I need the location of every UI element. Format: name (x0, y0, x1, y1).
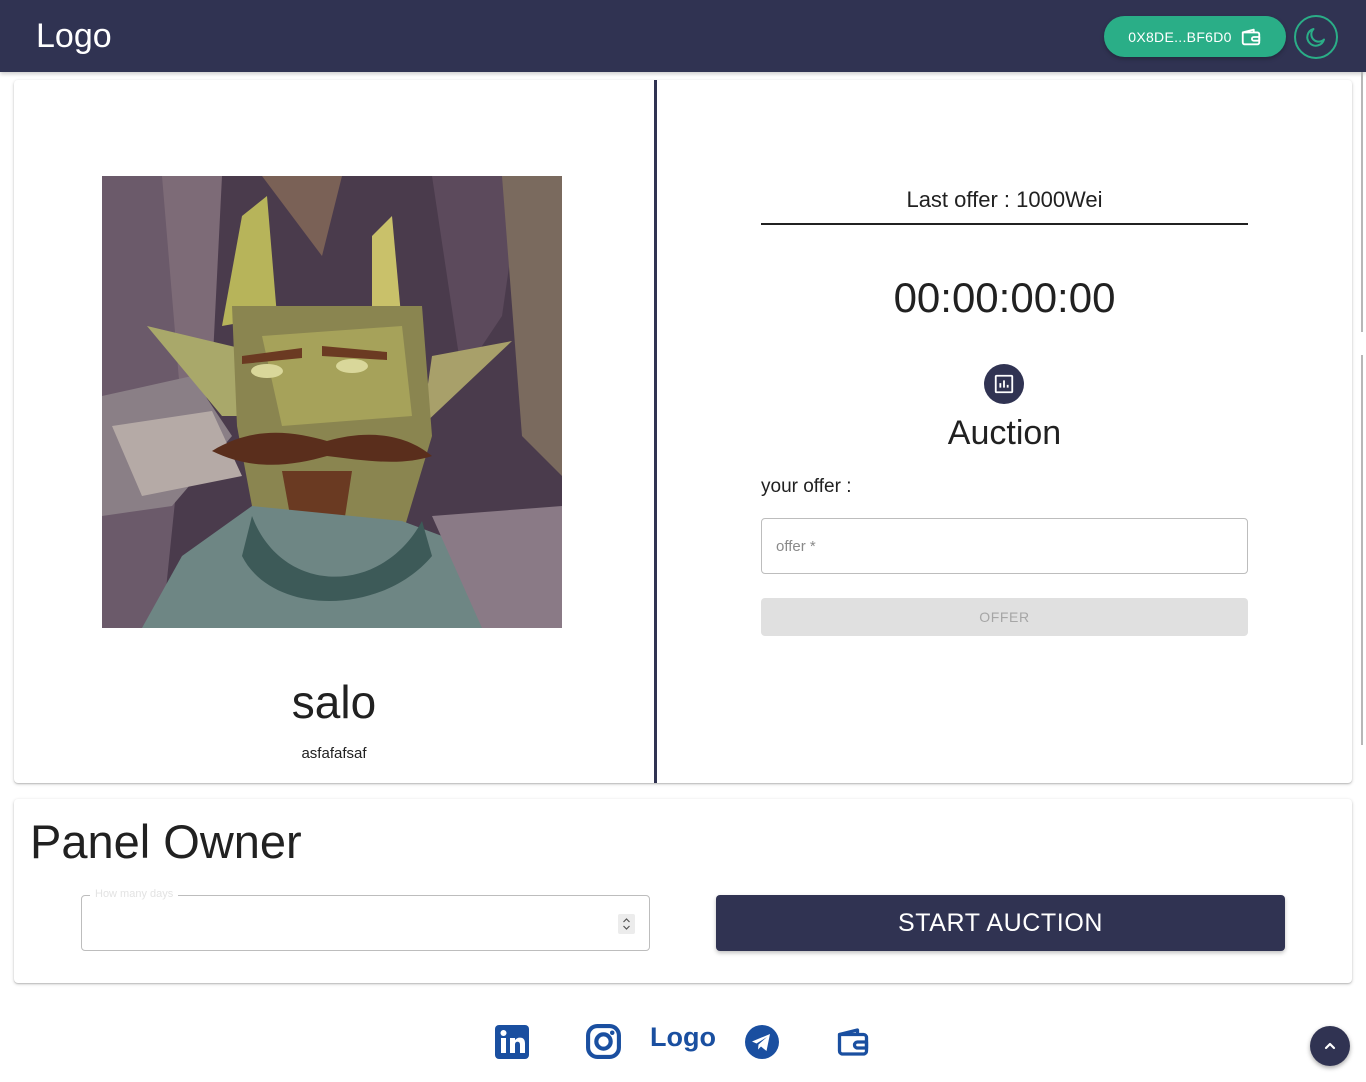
panel-owner-card: Panel Owner How many days START AUCTION (14, 799, 1352, 983)
last-offer-underline (761, 223, 1248, 225)
nft-image (102, 176, 562, 628)
panel-title: Panel Owner (30, 815, 302, 868)
app-bar: Logo 0X8DE...BF6D0 (0, 0, 1366, 72)
offer-button[interactable]: OFFER (761, 598, 1248, 636)
nft-description: asfafafsaf (301, 745, 367, 762)
your-offer-label: your offer : (761, 476, 852, 497)
scrollbar-track (1361, 355, 1363, 745)
wallet-icon (1241, 28, 1260, 45)
telegram-icon[interactable] (744, 1024, 780, 1060)
bar-chart-icon (994, 374, 1014, 394)
offer-input[interactable] (761, 518, 1248, 574)
scroll-to-top-button[interactable] (1310, 1026, 1350, 1066)
nft-name: salo (291, 676, 377, 728)
last-offer-text: Last offer : 1000Wei (906, 187, 1103, 212)
auction-avatar (984, 364, 1024, 404)
scrollbar[interactable] (1361, 72, 1363, 332)
footer-logo[interactable]: Logo (650, 1021, 716, 1053)
theme-toggle-button[interactable] (1294, 15, 1338, 59)
days-input-label: How many days (90, 888, 179, 900)
instagram-icon[interactable] (585, 1023, 622, 1060)
header-logo[interactable]: Logo (36, 17, 112, 55)
linkedin-icon[interactable] (494, 1024, 530, 1060)
start-auction-button[interactable]: START AUCTION (716, 895, 1285, 951)
wallet-address: 0X8DE...BF6D0 (1128, 28, 1232, 45)
chevron-up-icon (1324, 1042, 1336, 1050)
wallet-button[interactable]: 0X8DE...BF6D0 (1104, 16, 1286, 57)
auction-timer: 00:00:00:00 (893, 274, 1116, 321)
number-spinner[interactable] (618, 914, 635, 934)
vertical-divider (654, 80, 657, 783)
days-input[interactable]: How many days (81, 888, 650, 951)
auction-title: Auction (947, 414, 1062, 452)
nft-card: salo asfafafsaf Last offer : 1000Wei 00:… (14, 80, 1352, 783)
spinner-arrows-icon (623, 918, 630, 930)
moon-icon (1306, 28, 1325, 47)
wallet-icon[interactable] (835, 1024, 871, 1060)
